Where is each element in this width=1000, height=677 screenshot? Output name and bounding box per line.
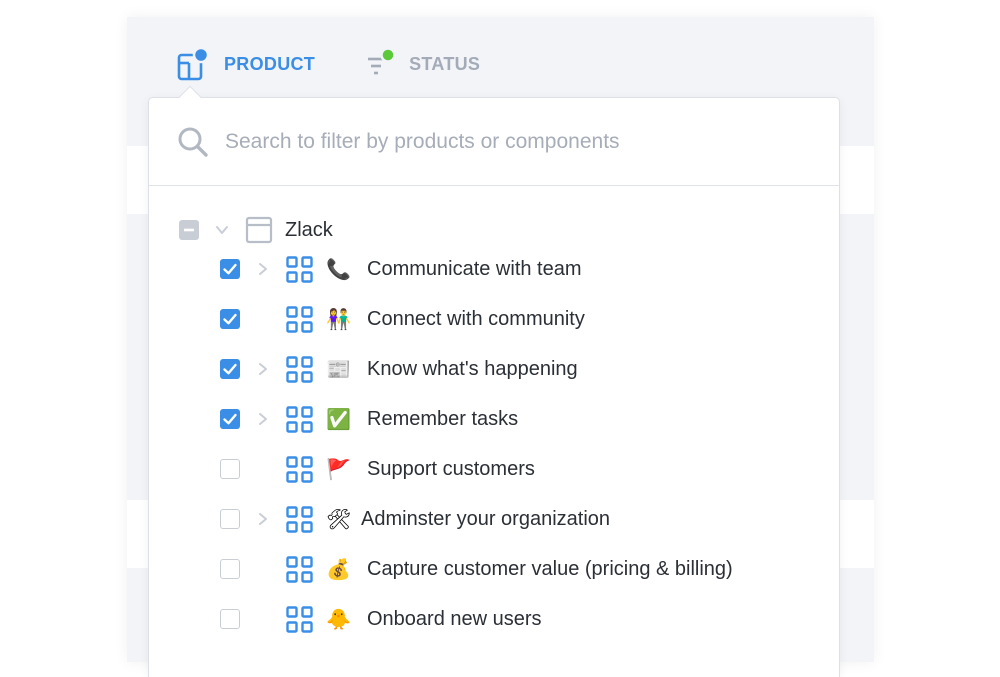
tab-status-label: STATUS (409, 53, 481, 74)
component-grid-icon (286, 356, 313, 383)
component-grid-icon (286, 306, 313, 333)
tree-item-label: Support customers (367, 458, 535, 480)
product-filter-popover: Zlack 📞 Communicate with team 👫 Connect wit… (148, 97, 840, 677)
check-mark-icon: ✅ (326, 407, 351, 431)
product-icon (176, 46, 210, 81)
chevron-right-icon[interactable] (256, 512, 270, 526)
tree-item-label: Onboard new users (367, 608, 542, 630)
telephone-icon: 📞 (326, 257, 351, 281)
tree-item-label: Capture customer value (pricing & billin… (367, 558, 733, 580)
status-filter-icon (367, 47, 396, 81)
checkbox-unchecked[interactable] (220, 609, 240, 629)
component-grid-icon (286, 606, 313, 633)
chevron-right-icon[interactable] (256, 262, 270, 276)
component-grid-icon (286, 406, 313, 433)
newspaper-icon: 📰 (326, 357, 351, 381)
filter-tabs: PRODUCT STATUS (176, 44, 480, 84)
chevron-right-icon[interactable] (256, 412, 270, 426)
search-bar (149, 98, 839, 186)
checkbox-unchecked[interactable] (220, 509, 240, 529)
product-window-icon (245, 216, 273, 244)
component-grid-icon (286, 506, 313, 533)
component-grid-icon (286, 556, 313, 583)
people-icon: 👫 (326, 307, 351, 331)
chevron-down-icon[interactable] (215, 223, 229, 237)
checkbox-unchecked[interactable] (220, 559, 240, 579)
tree-item-label: Connect with community (367, 308, 585, 330)
checkbox-checked[interactable] (220, 359, 240, 379)
chevron-right-icon[interactable] (256, 362, 270, 376)
checkbox-unchecked[interactable] (220, 459, 240, 479)
tab-product-label: PRODUCT (224, 53, 316, 74)
tree-item-label: Adminster your organization (361, 508, 611, 530)
checkbox-checked[interactable] (220, 259, 240, 279)
component-grid-icon (286, 456, 313, 483)
flag-icon: 🚩 (326, 457, 351, 481)
chick-icon: 🐥 (326, 607, 351, 631)
tab-status[interactable]: STATUS (367, 47, 480, 81)
tree-root-label: Zlack (285, 219, 333, 241)
checkbox-partial[interactable] (179, 220, 199, 240)
money-bag-icon: 💰 (326, 557, 351, 581)
search-input[interactable] (225, 126, 815, 158)
checkbox-checked[interactable] (220, 409, 240, 429)
tools-icon: 🛠 (326, 507, 352, 531)
tree-item-label: Know what's happening (367, 358, 578, 380)
tree-item-label: Communicate with team (367, 258, 582, 280)
search-icon (177, 126, 209, 158)
tree-item-label: Remember tasks (367, 408, 519, 430)
checkbox-checked[interactable] (220, 309, 240, 329)
component-grid-icon (286, 256, 313, 283)
tab-product[interactable]: PRODUCT (176, 46, 316, 81)
